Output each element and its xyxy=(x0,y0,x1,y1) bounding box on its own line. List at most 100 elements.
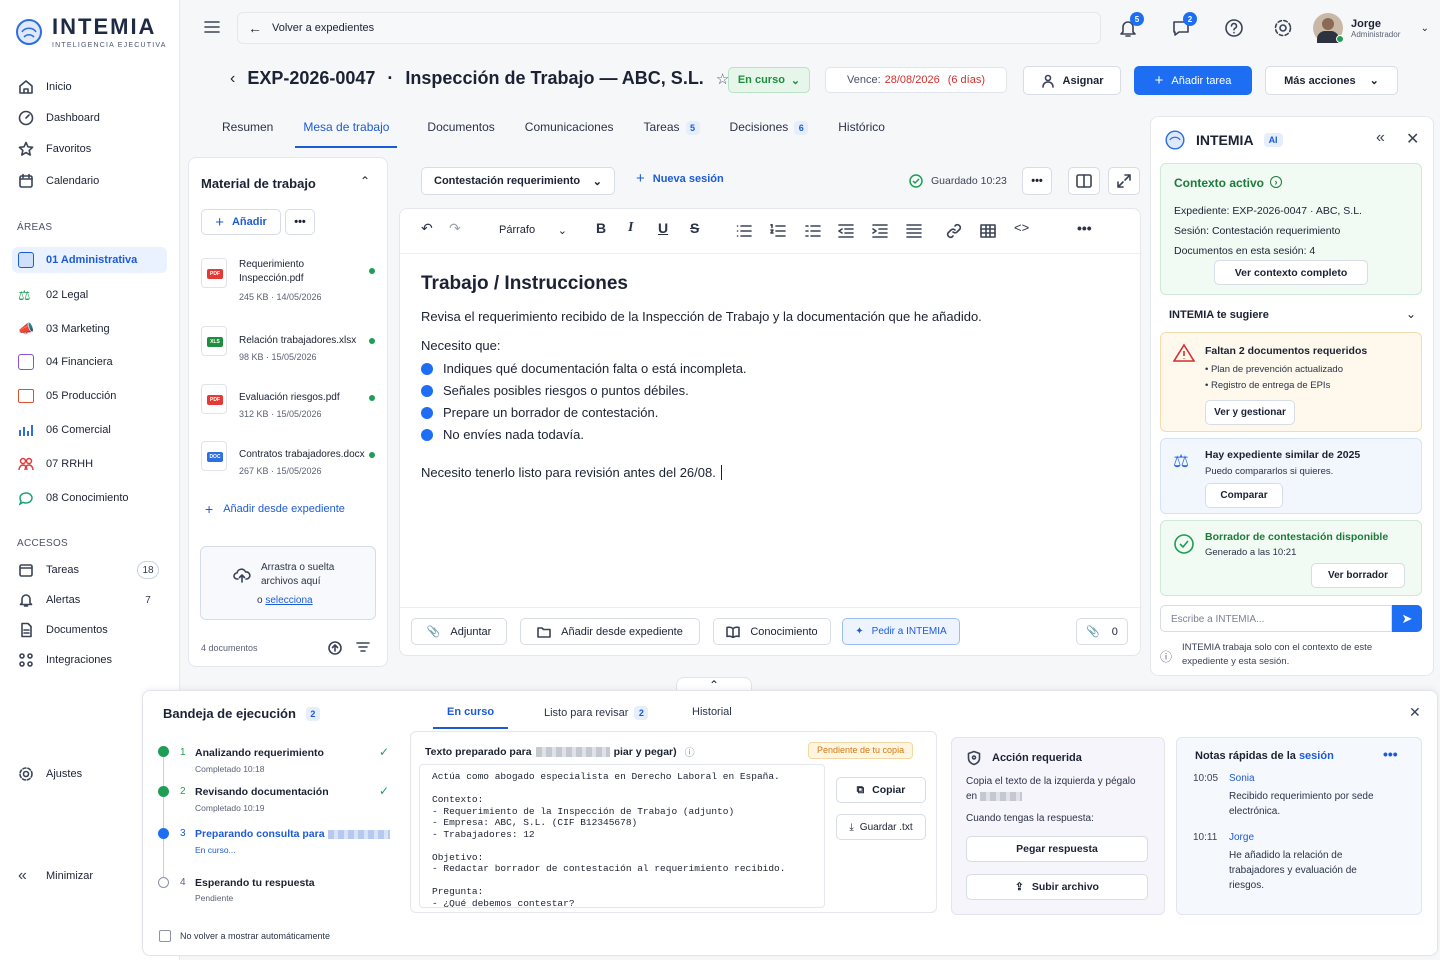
close-icon[interactable]: ✕ xyxy=(1409,704,1421,721)
help-button[interactable] xyxy=(1224,18,1244,38)
area-produccion[interactable]: 05 Producción xyxy=(12,383,167,409)
messages-button[interactable]: 2 xyxy=(1171,12,1197,38)
tab-comunicaciones[interactable]: Comunicaciones xyxy=(525,112,614,148)
file-item[interactable]: PDF Requerimiento Inspección.pdf 245 KB … xyxy=(201,258,375,308)
numbered-list-icon[interactable] xyxy=(770,224,786,238)
nav-calendario[interactable]: Calendario xyxy=(12,168,167,194)
tab-tareas[interactable]: Tareas 5 xyxy=(644,112,700,148)
editor-list-item[interactable]: Prepare un borrador de contestación. xyxy=(443,405,658,420)
material-more-button[interactable]: ••• xyxy=(285,209,315,235)
send-icon[interactable]: ➤ xyxy=(1392,605,1422,632)
session-dropdown[interactable]: Contestación requerimiento ⌄ xyxy=(421,167,615,195)
collapse-icon[interactable]: « xyxy=(1376,129,1385,147)
view-context-button[interactable]: Ver contexto completo xyxy=(1214,260,1368,285)
assistant-input[interactable]: Escribe a INTEMIA... xyxy=(1160,605,1392,632)
upload-file-button[interactable]: ⇪ Subir archivo xyxy=(966,874,1148,900)
menu-icon[interactable] xyxy=(204,20,220,34)
code-icon[interactable]: <> xyxy=(1014,220,1029,235)
copy-button[interactable]: ⧉ Copiar xyxy=(836,777,926,803)
chevron-left-icon[interactable]: ‹ xyxy=(230,70,235,88)
file-item[interactable]: PDF Evaluación riesgos.pdf 312 KB · 15/0… xyxy=(201,384,375,424)
undo-icon[interactable]: ↶ xyxy=(421,220,433,237)
dont-show-checkbox[interactable] xyxy=(159,930,171,942)
tray-tab-listo[interactable]: Listo para revisar 2 xyxy=(544,706,649,720)
indent-icon[interactable] xyxy=(872,224,888,238)
tab-resumen[interactable]: Resumen xyxy=(222,112,273,148)
access-tareas[interactable]: Tareas 18 xyxy=(12,557,167,583)
notifications-button[interactable]: 5 xyxy=(1118,12,1144,38)
chevron-down-icon[interactable]: ⌄ xyxy=(1406,307,1416,321)
new-session-button[interactable]: + Nueva sesión xyxy=(636,171,724,186)
settings-button[interactable] xyxy=(1273,18,1293,38)
tab-decisiones[interactable]: Decisiones 6 xyxy=(730,112,809,148)
split-view-button[interactable] xyxy=(1068,167,1100,195)
nav-dashboard[interactable]: Dashboard xyxy=(12,105,167,131)
strikethrough-icon[interactable]: S xyxy=(690,220,699,236)
expand-button[interactable] xyxy=(1108,167,1140,195)
file-item[interactable]: DOC Contratos trabajadores.docx 267 KB ·… xyxy=(201,441,375,481)
compare-button[interactable]: Comparar xyxy=(1205,483,1283,508)
italic-icon[interactable]: I xyxy=(628,220,633,236)
prepared-text-area[interactable]: Actúa como abogado especialista en Derec… xyxy=(419,764,825,908)
save-txt-button[interactable]: ⤓ Guardar .txt xyxy=(836,814,926,840)
area-comercial[interactable]: 06 Comercial xyxy=(12,417,167,443)
tab-historico[interactable]: Histórico xyxy=(838,112,885,148)
table-icon[interactable] xyxy=(980,223,996,239)
link-icon[interactable] xyxy=(946,223,962,239)
editor-more-button[interactable]: ••• xyxy=(1022,167,1052,195)
logo[interactable]: INTEMIA INTELIGENCIA EJECUTIVA xyxy=(14,14,167,49)
editor-paragraph[interactable]: Necesito que: xyxy=(421,338,501,353)
tray-tab-en-curso[interactable]: En curso xyxy=(433,706,509,729)
file-item[interactable]: XLS Relación trabajadores.xlsx 98 KB · 1… xyxy=(201,326,375,366)
outdent-icon[interactable] xyxy=(838,224,854,238)
bold-icon[interactable]: B xyxy=(596,220,606,236)
more-icon[interactable]: ••• xyxy=(1077,220,1092,236)
add-material-button[interactable]: + Añadir xyxy=(201,209,281,235)
select-files-link[interactable]: selecciona xyxy=(265,595,312,606)
checklist-icon[interactable] xyxy=(805,224,821,238)
align-justify-icon[interactable] xyxy=(906,224,922,238)
area-financiera[interactable]: 04 Financiera xyxy=(12,349,167,375)
more-actions-button[interactable]: Más acciones ⌄ xyxy=(1265,66,1398,95)
close-icon[interactable]: ✕ xyxy=(1406,129,1419,149)
area-conocimiento[interactable]: 08 Conocimiento xyxy=(12,485,167,511)
paragraph-style-dropdown[interactable]: Párrafo ⌄ xyxy=(499,224,567,237)
editor-list-item[interactable]: Señales posibles riesgos o puntos débile… xyxy=(443,383,689,398)
nav-favoritos[interactable]: Favoritos xyxy=(12,136,167,162)
chevron-up-icon[interactable]: ⌃ xyxy=(360,174,370,188)
tray-tab-historial[interactable]: Historial xyxy=(692,706,732,718)
back-to-list-bar[interactable]: ← Volver a expedientes xyxy=(237,12,1101,44)
more-icon[interactable]: ••• xyxy=(1383,746,1398,762)
attach-button[interactable]: 📎 Adjuntar xyxy=(411,618,507,645)
access-alertas[interactable]: Alertas 7 xyxy=(12,587,167,613)
access-integraciones[interactable]: Integraciones xyxy=(12,647,167,673)
area-marketing[interactable]: 📣 03 Marketing xyxy=(12,316,167,342)
assign-button[interactable]: Asignar xyxy=(1023,66,1121,95)
filter-button[interactable] xyxy=(351,636,375,660)
paste-response-button[interactable]: Pegar respuesta xyxy=(966,836,1148,862)
view-draft-button[interactable]: Ver borrador xyxy=(1311,563,1405,588)
attachments-counter[interactable]: 📎 0 xyxy=(1076,618,1128,645)
nav-inicio[interactable]: Inicio xyxy=(12,74,167,100)
status-dropdown[interactable]: En curso ⌄ xyxy=(728,67,810,93)
tab-documentos[interactable]: Documentos xyxy=(427,112,494,148)
add-task-button[interactable]: + Añadir tarea xyxy=(1134,66,1252,95)
editor-list-item[interactable]: No envíes nada todavía. xyxy=(443,427,584,442)
area-legal[interactable]: ⚖ 02 Legal xyxy=(12,282,167,308)
manage-button[interactable]: Ver y gestionar xyxy=(1205,400,1295,425)
user-menu[interactable]: Jorge Administrador ⌄ xyxy=(1313,12,1429,44)
editor-paragraph[interactable]: Revisa el requerimiento recibido de la I… xyxy=(421,309,982,324)
upload-button[interactable] xyxy=(323,636,347,660)
bullet-list-icon[interactable] xyxy=(736,224,752,238)
drop-zone[interactable]: Arrastra o suelta archivos aquí o selecc… xyxy=(200,546,376,620)
area-rrhh[interactable]: 07 RRHH xyxy=(12,451,167,477)
area-administrativa[interactable]: 01 Administrativa xyxy=(12,247,167,273)
editor-list-item[interactable]: Indiques qué documentación falta o está … xyxy=(443,361,747,376)
knowledge-button[interactable]: Conocimiento xyxy=(713,618,831,645)
redo-icon[interactable]: ↷ xyxy=(449,220,461,237)
access-documentos[interactable]: Documentos xyxy=(12,617,167,643)
add-from-case-button[interactable]: Añadir desde expediente xyxy=(520,618,700,645)
editor-paragraph[interactable]: Necesito tenerlo listo para revisión ant… xyxy=(421,465,727,480)
ask-intemia-button[interactable]: ✦ Pedir a INTEMIA xyxy=(842,618,960,645)
tab-mesa-de-trabajo[interactable]: Mesa de trabajo xyxy=(295,112,398,148)
